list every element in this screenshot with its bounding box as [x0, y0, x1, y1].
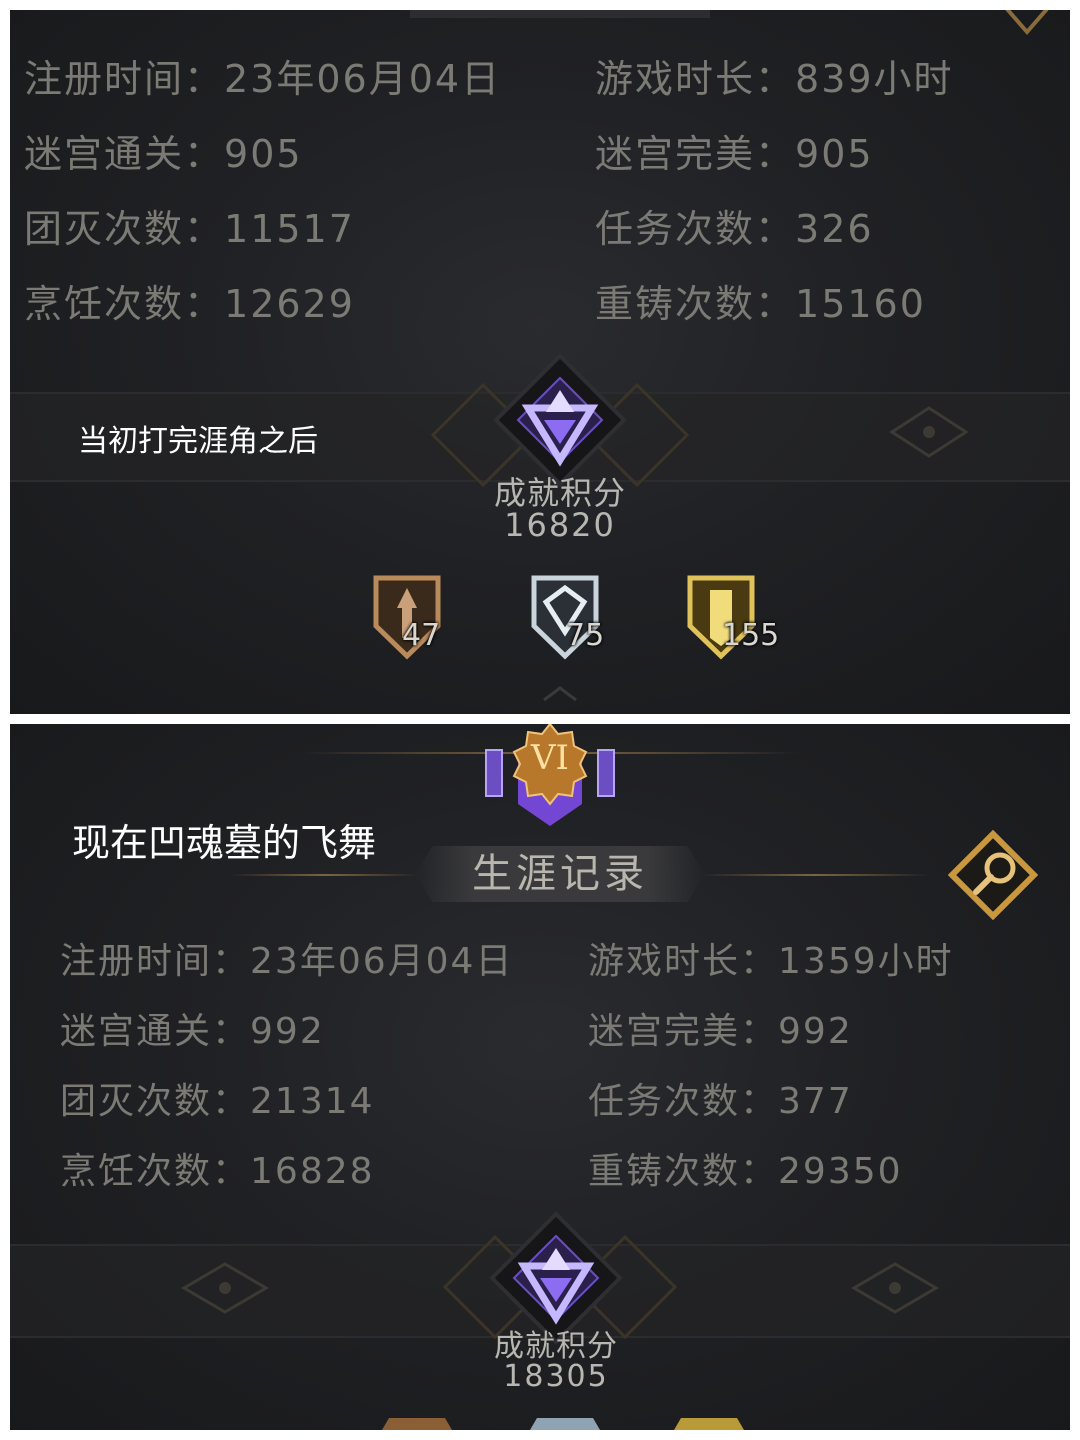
stat-label: 重铸次数：: [595, 282, 796, 326]
stat-label: 注册时间：: [60, 941, 251, 982]
stat-value: 1359小时: [778, 941, 954, 982]
stat-maze-perfect: 迷宫完美：992: [588, 1002, 853, 1054]
stat-label: 烹饪次数：: [60, 1151, 251, 1192]
search-button[interactable]: [948, 830, 1038, 920]
stat-maze-clear: 迷宫通关：905: [24, 123, 303, 178]
stat-label: 团灭次数：: [60, 1081, 251, 1122]
stat-quest-count: 任务次数：326: [595, 198, 874, 253]
bronze-badge-count: 47: [402, 618, 441, 653]
stat-wipe-count: 团灭次数：11517: [24, 198, 355, 253]
stat-label: 重铸次数：: [588, 1151, 779, 1192]
bronze-badge-partial: [382, 1418, 452, 1430]
stat-play-time: 游戏时长：1359小时: [588, 932, 954, 984]
stat-value: 992: [778, 1011, 853, 1052]
title-right-line: [700, 874, 930, 876]
gold-badge-count: 155: [722, 618, 780, 653]
stat-cooking-count: 烹饪次数：16828: [60, 1142, 375, 1194]
stat-label: 迷宫通关：: [60, 1011, 251, 1052]
stat-wipe-count: 团灭次数：21314: [60, 1072, 375, 1124]
stat-quest-count: 任务次数：377: [588, 1072, 853, 1124]
top-edge-deco: [410, 10, 710, 18]
silver-badge-partial: [530, 1418, 600, 1430]
stat-value: 15160: [795, 282, 926, 326]
stat-register-time: 注册时间：23年06月04日: [24, 48, 501, 103]
achievement-emblem-icon: [489, 1211, 623, 1345]
stat-value: 29350: [778, 1151, 903, 1192]
rank-emblem-text: VI: [531, 738, 569, 778]
title-left-line: [230, 874, 420, 876]
top-screenshot-panel: 注册时间：23年06月04日 游戏时长：839小时 迷宫通关：905 迷宫完美：…: [10, 10, 1070, 714]
far-right-ornament-icon: [889, 406, 969, 458]
right-wing-ornament-icon: [851, 1262, 939, 1314]
bottom-caption: 现在凹魂墓的飞舞: [72, 821, 377, 865]
left-wing-ornament-icon: [181, 1262, 269, 1314]
gold-badge-partial: [674, 1418, 744, 1430]
stat-reforge-count: 重铸次数：29350: [588, 1142, 903, 1194]
career-title: 生涯记录: [472, 851, 648, 897]
stat-label: 任务次数：: [595, 207, 796, 251]
achievement-points-label: 成就积分: [493, 474, 626, 512]
corner-ornament-icon: [1005, 10, 1049, 36]
stat-label: 迷宫通关：: [24, 132, 225, 176]
bottom-screenshot-panel: VI 现在凹魂墓的飞舞 生涯记录 注册时间：23年06月04日 游戏时长：135…: [10, 724, 1070, 1430]
stat-value: 326: [795, 207, 874, 251]
achievement-points-value: 18305: [503, 1359, 609, 1394]
stat-value: 377: [778, 1081, 853, 1122]
stat-value: 23年06月04日: [224, 57, 502, 101]
stat-value: 905: [224, 132, 303, 176]
stat-reforge-count: 重铸次数：15160: [595, 273, 926, 328]
stat-value: 11517: [224, 207, 355, 251]
stat-value: 905: [795, 132, 874, 176]
stat-label: 团灭次数：: [24, 207, 225, 251]
bottom-chevron-icon: [543, 686, 577, 702]
stat-label: 任务次数：: [588, 1081, 779, 1122]
top-caption: 当初打完涯角之后: [78, 424, 318, 459]
achievement-emblem-icon: [493, 353, 627, 487]
stat-label: 迷宫完美：: [588, 1011, 779, 1052]
stat-value: 23年06月04日: [250, 941, 514, 982]
stat-label: 迷宫完美：: [595, 132, 796, 176]
stat-play-time: 游戏时长：839小时: [595, 48, 954, 103]
stat-value: 12629: [224, 282, 355, 326]
stat-label: 注册时间：: [24, 57, 225, 101]
stat-value: 992: [250, 1011, 325, 1052]
stat-label: 游戏时长：: [595, 57, 796, 101]
stat-maze-clear: 迷宫通关：992: [60, 1002, 325, 1054]
stat-cooking-count: 烹饪次数：12629: [24, 273, 355, 328]
stat-maze-perfect: 迷宫完美：905: [595, 123, 874, 178]
silver-badge-count: 75: [566, 618, 605, 653]
stat-label: 游戏时长：: [588, 941, 779, 982]
stat-value: 839小时: [795, 57, 954, 101]
stat-register-time: 注册时间：23年06月04日: [60, 932, 513, 984]
achievement-points-value: 16820: [504, 506, 616, 544]
stat-label: 烹饪次数：: [24, 282, 225, 326]
stat-value: 16828: [250, 1151, 375, 1192]
stat-value: 21314: [250, 1081, 375, 1122]
